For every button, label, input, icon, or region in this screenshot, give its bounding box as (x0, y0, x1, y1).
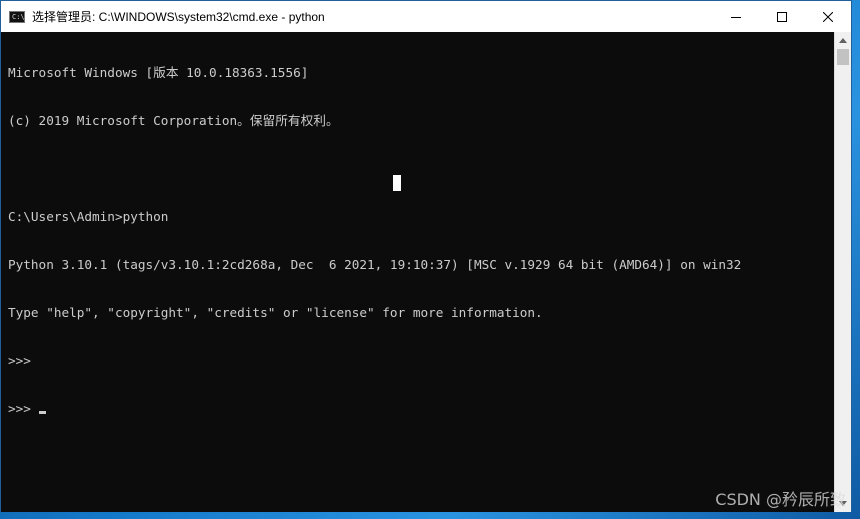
console-line: Type "help", "copyright", "credits" or "… (8, 305, 543, 320)
minimize-button[interactable] (713, 1, 759, 32)
title-bar[interactable]: C:\ 选择管理员: C:\WINDOWS\system32\cmd.exe -… (1, 1, 851, 32)
mouse-pointer-icon (393, 175, 401, 191)
console-area[interactable]: Microsoft Windows [版本 10.0.18363.1556] (… (1, 32, 836, 512)
close-icon (823, 11, 833, 22)
text-cursor (38, 411, 46, 414)
console-line: Python 3.10.1 (tags/v3.10.1:2cd268a, Dec… (8, 257, 742, 272)
window-title: 选择管理员: C:\WINDOWS\system32\cmd.exe - pyt… (32, 10, 325, 24)
console-prompt-line[interactable]: >>> (8, 401, 741, 417)
window-controls (713, 1, 851, 32)
scrollbar-thumb[interactable] (837, 49, 849, 65)
maximize-button[interactable] (759, 1, 805, 32)
console-line: Microsoft Windows [版本 10.0.18363.1556] (8, 65, 309, 80)
cmd-window[interactable]: C:\ 选择管理员: C:\WINDOWS\system32\cmd.exe -… (0, 0, 852, 512)
console-line: >>> (8, 353, 31, 368)
maximize-icon (777, 11, 787, 22)
console-output: Microsoft Windows [版本 10.0.18363.1556] (… (8, 33, 741, 449)
console-prompt: >>> (8, 401, 39, 416)
console-line: C:\Users\Admin>python (8, 209, 169, 224)
chevron-up-icon (839, 38, 847, 43)
console-line: (c) 2019 Microsoft Corporation。保留所有权利。 (8, 113, 339, 128)
cmd-icon[interactable]: C:\ (9, 10, 25, 23)
minimize-icon (731, 16, 741, 18)
watermark-text: CSDN @矜辰所致 (715, 490, 846, 509)
close-button[interactable] (805, 1, 851, 32)
cmd-icon-text: C:\ (12, 12, 25, 21)
vertical-scrollbar[interactable] (834, 32, 851, 512)
scroll-up-button[interactable] (835, 32, 851, 49)
